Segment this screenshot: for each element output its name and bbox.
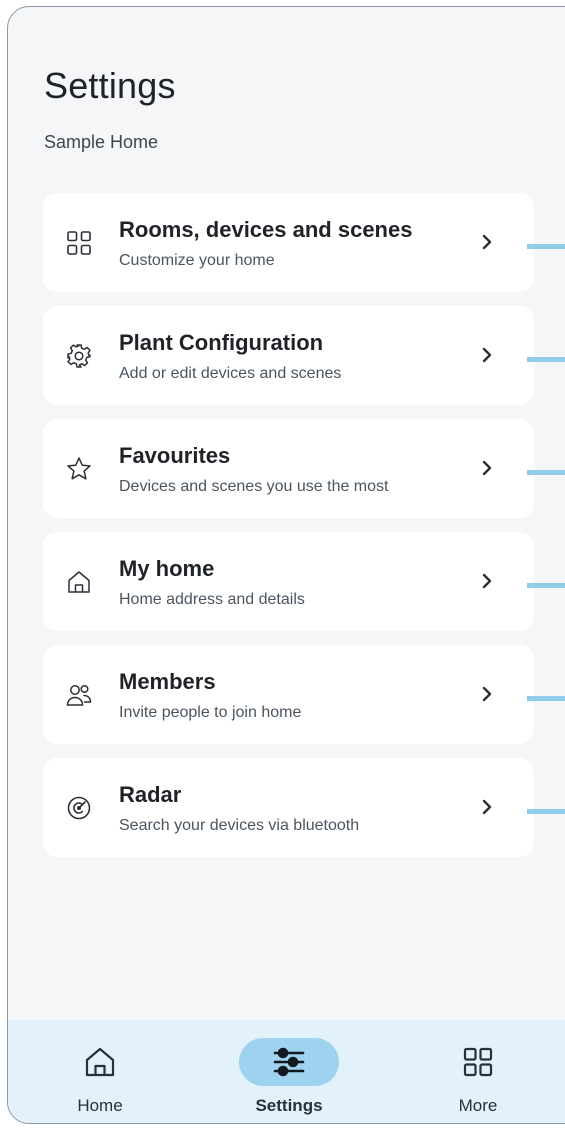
menu-item-title: Favourites xyxy=(119,443,231,468)
menu-item-plant-configuration[interactable]: Plant Configuration Add or edit devices … xyxy=(43,306,534,405)
nav-home[interactable]: Home xyxy=(40,1038,160,1116)
nav-label: Home xyxy=(77,1096,123,1115)
edge-accent xyxy=(527,583,565,588)
star-icon xyxy=(65,455,93,483)
grid-icon xyxy=(65,229,93,257)
grid-icon xyxy=(460,1044,496,1080)
edge-accent xyxy=(527,357,565,362)
edge-accent xyxy=(527,470,565,475)
nav-label: More xyxy=(458,1096,498,1115)
house-icon xyxy=(65,568,93,596)
menu-item-description: Add or edit devices and scenes xyxy=(119,365,342,382)
sliders-icon xyxy=(271,1044,307,1080)
menu-item-description: Customize your home xyxy=(119,252,275,269)
menu-item-title: Rooms, devices and scenes xyxy=(119,217,413,242)
gear-icon xyxy=(65,342,93,370)
page-title: Settings xyxy=(44,65,176,106)
menu-item-rooms-devices-scenes[interactable]: Rooms, devices and scenes Customize your… xyxy=(43,193,534,292)
radar-icon xyxy=(65,794,93,822)
chevron-right-icon xyxy=(478,570,496,592)
menu-item-favourites[interactable]: Favourites Devices and scenes you use th… xyxy=(43,419,534,518)
chevron-right-icon xyxy=(478,683,496,705)
chevron-right-icon xyxy=(478,344,496,366)
nav-more[interactable]: More xyxy=(418,1038,538,1116)
menu-item-title: Plant Configuration xyxy=(119,330,324,355)
people-icon xyxy=(65,681,93,709)
menu-item-title: My home xyxy=(119,556,215,581)
home-name: Sample Home xyxy=(44,132,159,152)
app-screen: Settings Sample Home Rooms, devices and … xyxy=(7,6,565,1124)
chevron-right-icon xyxy=(478,457,496,479)
chevron-right-icon xyxy=(478,796,496,818)
menu-item-title: Radar xyxy=(119,782,182,807)
nav-label: Settings xyxy=(255,1096,323,1115)
menu-item-description: Home address and details xyxy=(119,591,305,608)
edge-accent xyxy=(527,809,565,814)
menu-item-my-home[interactable]: My home Home address and details xyxy=(43,532,534,631)
menu-item-title: Members xyxy=(119,669,216,694)
house-icon xyxy=(82,1044,118,1080)
nav-settings[interactable]: Settings xyxy=(229,1038,349,1116)
chevron-right-icon xyxy=(478,231,496,253)
edge-accent xyxy=(527,696,565,701)
menu-item-radar[interactable]: Radar Search your devices via bluetooth xyxy=(43,758,534,857)
menu-item-description: Invite people to join home xyxy=(119,704,302,721)
menu-item-description: Devices and scenes you use the most xyxy=(119,478,389,495)
bottom-navigation: Home Settings More xyxy=(8,1020,565,1123)
settings-menu: Rooms, devices and scenes Customize your… xyxy=(43,193,534,871)
menu-item-members[interactable]: Members Invite people to join home xyxy=(43,645,534,744)
edge-accent xyxy=(527,244,565,249)
menu-item-description: Search your devices via bluetooth xyxy=(119,817,360,834)
